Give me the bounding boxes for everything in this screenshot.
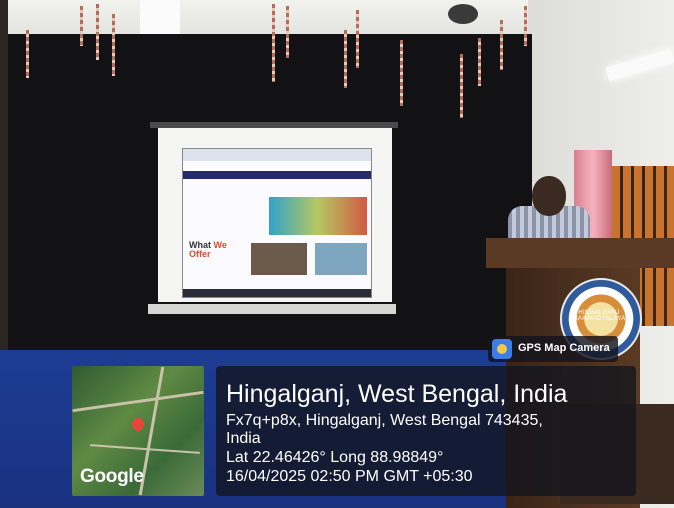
podium-top [486, 238, 674, 268]
projected-slide: What We Offer [182, 148, 372, 298]
emblem-text: HINGALGANJ MAHAVIDYALAYA [572, 310, 626, 322]
gps-badge-label: GPS Map Camera [518, 342, 610, 354]
google-logo: Google [80, 466, 144, 487]
slide-heading: What We Offer [189, 241, 227, 259]
address-line-1: Fx7q+p8x, Hingalganj, West Bengal 743435… [226, 412, 543, 429]
gps-camera-icon [492, 339, 512, 359]
streamer [460, 54, 463, 118]
streamer [356, 10, 359, 68]
site-nav-bar [183, 171, 371, 179]
streamer [500, 20, 503, 70]
streamer [478, 38, 481, 86]
windows-taskbar [183, 289, 371, 297]
slide-thumbnail [315, 243, 367, 275]
datetime-stamp: 16/04/2025 02:50 PM GMT +05:30 [226, 468, 473, 485]
speaker-head [532, 176, 566, 216]
streamer [286, 6, 289, 58]
slide-heading-line2: Offer [189, 249, 211, 259]
slide-thumbnail [251, 243, 307, 275]
screen-bottom-bar [148, 304, 396, 314]
coordinates: Lat 22.46426° Long 88.98849° [226, 449, 444, 466]
browser-toolbar [183, 149, 371, 161]
streamer [112, 14, 115, 76]
streamer [400, 40, 403, 106]
slide-heading-accent: We [213, 240, 227, 250]
streamer [80, 6, 83, 46]
streamer [96, 4, 99, 60]
streamer [344, 30, 347, 88]
streamer [272, 4, 275, 82]
streamer [26, 30, 29, 78]
ceiling-fan [448, 4, 478, 24]
address-line-2: India [226, 430, 261, 447]
streamer [524, 6, 527, 46]
site-banner [269, 197, 367, 235]
location-title: Hingalganj, West Bengal, India [226, 380, 568, 408]
photo-scene: What We Offer HINGALGANJ MAHAVIDYALAYA G… [0, 0, 674, 508]
